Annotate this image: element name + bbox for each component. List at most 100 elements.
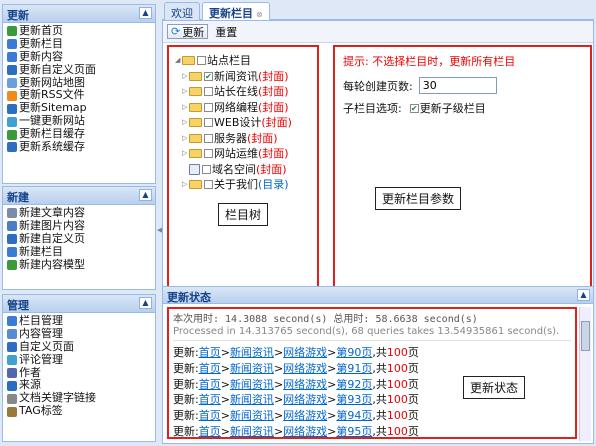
sidebar-item[interactable]: 自定义页面: [7, 340, 155, 354]
folder-icon: [189, 180, 202, 190]
link-category[interactable]: 新闻资讯: [230, 425, 274, 437]
expand-arrow-icon[interactable]: ▷: [182, 131, 189, 146]
tree-node[interactable]: ▷ 关于我们 (目录): [182, 177, 317, 193]
sidebar-item[interactable]: TAG标签: [7, 404, 155, 418]
link-page[interactable]: 第92页: [336, 378, 372, 391]
link-home[interactable]: 首页: [199, 393, 221, 406]
sidebar-item[interactable]: 栏目管理: [7, 314, 155, 328]
tree-node[interactable]: 域名空间 (封面): [182, 162, 317, 178]
total-unit: 页: [407, 346, 419, 359]
tree-checkbox[interactable]: [204, 149, 213, 159]
sidebar-item-label: 更新栏目: [19, 36, 63, 50]
link-subcategory[interactable]: 网络游戏: [283, 409, 327, 422]
link-home[interactable]: 首页: [199, 409, 221, 422]
scroll-thumb[interactable]: [581, 321, 590, 351]
link-category[interactable]: 新闻资讯: [230, 362, 274, 375]
link-category[interactable]: 新闻资讯: [230, 378, 274, 391]
expand-arrow-icon[interactable]: ▷: [182, 146, 189, 161]
expand-arrow-icon[interactable]: ▷: [182, 115, 189, 130]
sep: >: [273, 409, 284, 423]
sidebar-item[interactable]: 评论管理: [7, 353, 155, 367]
tree-node[interactable]: ▷ 站长在线 (封面): [182, 84, 317, 100]
tree-node-tag: (封面): [256, 162, 287, 176]
tree-checkbox[interactable]: [204, 133, 213, 143]
link-page[interactable]: 第94页: [336, 409, 372, 422]
tree-checkbox[interactable]: ✔: [204, 71, 213, 81]
link-subcategory[interactable]: 网络游戏: [283, 346, 327, 359]
link-subcategory[interactable]: 网络游戏: [283, 362, 327, 375]
sidebar-item-label: 栏目管理: [19, 314, 63, 327]
sidebar-item[interactable]: 新建图片内容: [7, 219, 155, 233]
link-category[interactable]: 新闻资讯: [230, 346, 274, 359]
tree-node[interactable]: ▷ 网站运维 (封面): [182, 146, 317, 162]
tree-checkbox[interactable]: [204, 180, 213, 190]
total-unit: 页: [407, 393, 419, 407]
sidebar-item[interactable]: 更新内容: [7, 50, 155, 64]
panel-header-new[interactable]: 新建 ▲: [3, 187, 155, 205]
menu-icon: [7, 247, 17, 258]
collapse-icon[interactable]: ▲: [139, 189, 152, 201]
sidebar-item[interactable]: 更新首页: [7, 24, 155, 38]
link-page[interactable]: 第91页: [336, 362, 372, 375]
link-category[interactable]: 新闻资讯: [230, 393, 274, 406]
folder-icon: [189, 87, 202, 97]
update-sub-checkbox[interactable]: ✔: [409, 103, 419, 113]
sep: >: [220, 409, 230, 423]
panel-header-update[interactable]: 更新 ▲: [3, 5, 155, 23]
collapse-icon[interactable]: ▲: [139, 7, 152, 19]
tree-checkbox[interactable]: [204, 87, 213, 97]
link-page[interactable]: 第90页: [336, 346, 372, 359]
menu-icon: [7, 368, 17, 378]
expand-arrow-icon[interactable]: ▷: [182, 177, 189, 192]
tree-root[interactable]: ◢ 站点栏目: [175, 53, 317, 69]
link-subcategory[interactable]: 网络游戏: [283, 425, 327, 437]
expand-arrow-icon[interactable]: ▷: [182, 69, 189, 84]
tree-node[interactable]: ▷ WEB设计 (封面): [182, 115, 317, 131]
sidebar-item[interactable]: 新建栏目: [7, 245, 155, 259]
tree-checkbox[interactable]: [204, 118, 213, 128]
link-home[interactable]: 首页: [199, 346, 221, 359]
tab-close-icon[interactable]: ⊗: [256, 10, 263, 19]
link-page[interactable]: 第93页: [336, 393, 372, 406]
sidebar-item[interactable]: 更新栏目: [7, 36, 155, 51]
sidebar-item[interactable]: 内容管理: [7, 327, 155, 341]
link-home[interactable]: 首页: [199, 362, 221, 375]
reset-button[interactable]: 重置: [212, 24, 240, 40]
tree-node-label: 网站运维: [214, 147, 258, 161]
expand-arrow-icon[interactable]: ▷: [182, 84, 189, 99]
link-home[interactable]: 首页: [199, 425, 221, 437]
status-header[interactable]: 更新状态 ▲: [163, 286, 593, 304]
link-subcategory[interactable]: 网络游戏: [283, 378, 327, 391]
tree-checkbox[interactable]: [204, 102, 213, 112]
sidebar-item[interactable]: 更新系统缓存: [7, 140, 155, 154]
tree-checkbox[interactable]: [202, 164, 211, 174]
panel-header-manage[interactable]: 管理 ▲: [3, 295, 155, 313]
tree-node[interactable]: ▷ 网络编程 (封面): [182, 100, 317, 116]
expand-arrow-icon[interactable]: ▷: [182, 100, 189, 115]
sep: >: [273, 346, 284, 359]
tree-node-label: WEB设计: [214, 116, 262, 130]
link-page[interactable]: 第95页: [336, 425, 372, 437]
checkbox[interactable]: [197, 56, 206, 66]
pages-per-round-input[interactable]: [418, 77, 497, 94]
sidebar-item[interactable]: 更新自定义页面: [7, 63, 155, 77]
sidebar-item[interactable]: 新建文章内容: [7, 206, 155, 220]
link-subcategory[interactable]: 网络游戏: [283, 393, 327, 406]
tab-welcome[interactable]: 欢迎: [164, 2, 200, 20]
log-scrollbar[interactable]: [579, 307, 591, 441]
sidebar-item[interactable]: 新建内容模型: [7, 258, 155, 272]
sidebar-item[interactable]: 新建自定义页: [7, 232, 155, 246]
sidebar-splitter[interactable]: ◀: [157, 4, 162, 442]
tab-update-category[interactable]: 更新栏目 ⊗: [202, 2, 270, 21]
tree-node[interactable]: ▷ 服务器 (封面): [182, 131, 317, 147]
link-category[interactable]: 新闻资讯: [230, 409, 274, 422]
update-button[interactable]: ⟳ 更新: [167, 24, 209, 39]
collapse-arrow-icon[interactable]: ◢: [175, 53, 182, 68]
collapse-icon[interactable]: ▲: [577, 289, 590, 301]
link-home[interactable]: 首页: [199, 378, 221, 391]
refresh-icon: ⟳: [171, 25, 181, 38]
menu-icon: [7, 234, 17, 245]
collapse-icon[interactable]: ▲: [139, 297, 152, 309]
tree-node[interactable]: ▷ ✔ 新闻资讯 (封面): [182, 69, 317, 85]
total-num: 100: [386, 361, 408, 375]
